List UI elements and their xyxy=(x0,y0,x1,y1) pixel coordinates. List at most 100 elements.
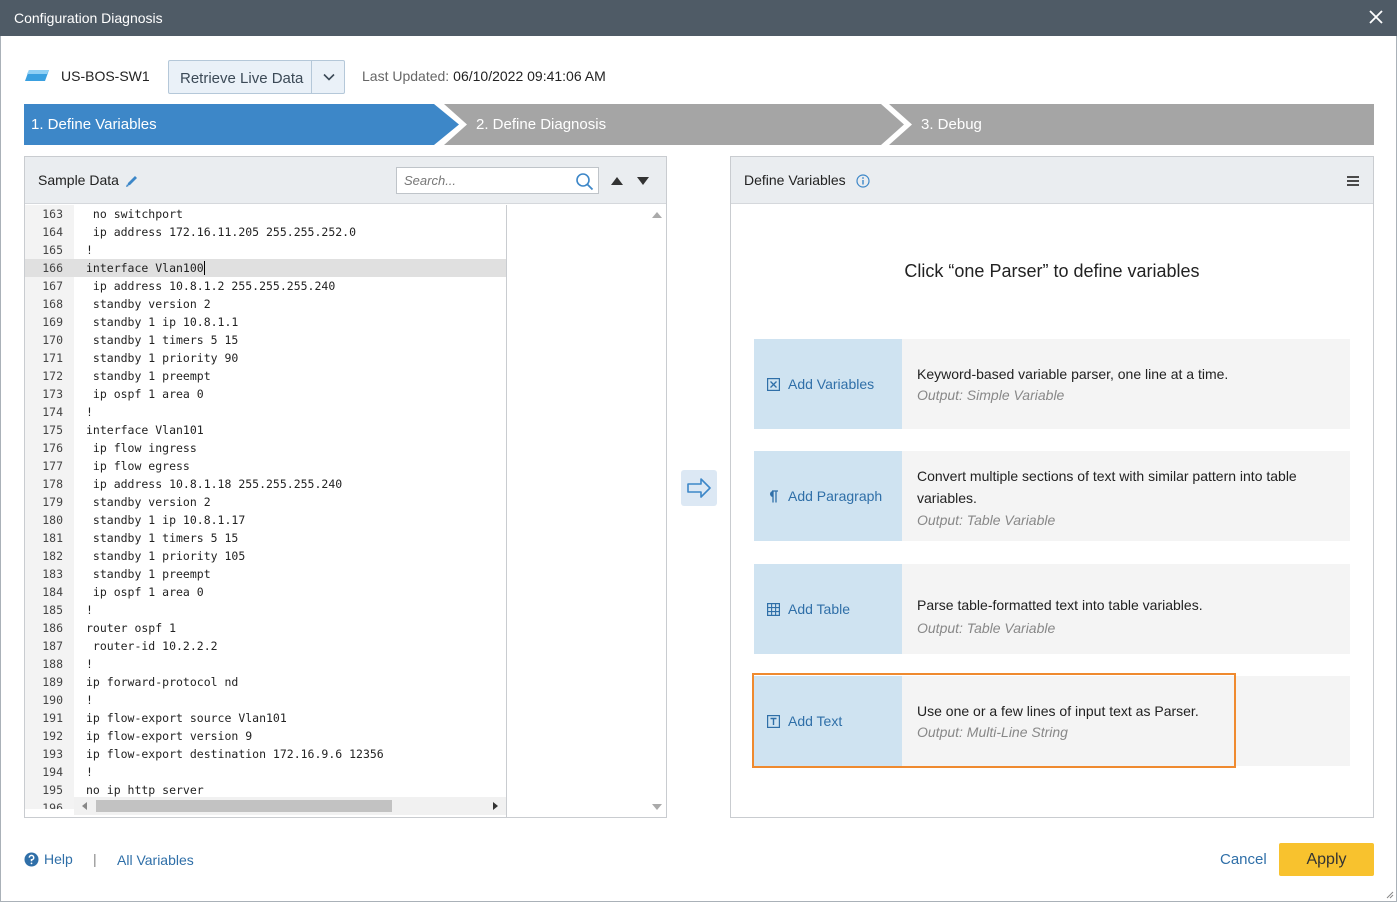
code-line[interactable]: 181 standby 1 timers 5 15 xyxy=(25,529,506,547)
resize-grip-icon[interactable] xyxy=(1384,889,1394,899)
code-line[interactable]: 180 standby 1 ip 10.8.1.17 xyxy=(25,511,506,529)
code-line[interactable]: 189 ip forward-protocol nd xyxy=(25,673,506,691)
code-line[interactable]: 175 interface Vlan101 xyxy=(25,421,506,439)
info-icon[interactable] xyxy=(856,174,870,188)
code-line[interactable]: 186 router ospf 1 xyxy=(25,619,506,637)
code-line[interactable]: 167 ip address 10.8.1.2 255.255.255.240 xyxy=(25,277,506,295)
step-define-variables[interactable]: 1. Define Variables xyxy=(24,104,459,145)
line-text: ! xyxy=(86,693,93,707)
line-number: 180 xyxy=(42,513,63,527)
line-number: 187 xyxy=(42,639,63,653)
code-line[interactable]: 182 standby 1 priority 105 xyxy=(25,547,506,565)
text-t-icon xyxy=(767,715,780,728)
all-variables-link[interactable]: All Variables xyxy=(117,852,194,868)
line-number: 178 xyxy=(42,477,63,491)
line-text: interface Vlan100 xyxy=(86,261,204,275)
step-define-diagnosis[interactable]: 2. Define Diagnosis xyxy=(444,104,904,145)
parser-card-table: Add Table Parse table-formatted text int… xyxy=(754,564,1350,654)
pencil-icon[interactable] xyxy=(125,174,139,188)
code-line[interactable]: 169 standby 1 ip 10.8.1.1 xyxy=(25,313,506,331)
add-table-label: Add Table xyxy=(788,601,851,617)
line-text: ! xyxy=(86,657,93,671)
scroll-down-icon[interactable] xyxy=(652,804,662,810)
code-line[interactable]: 191 ip flow-export source Vlan101 xyxy=(25,709,506,727)
add-text-button[interactable]: Add Text xyxy=(754,676,902,766)
code-line[interactable]: 176 ip flow ingress xyxy=(25,439,506,457)
variable-x-icon xyxy=(767,378,780,391)
line-number: 164 xyxy=(42,225,63,239)
line-text: interface Vlan101 xyxy=(86,423,204,437)
code-line[interactable]: 192 ip flow-export version 9 xyxy=(25,727,506,745)
code-line[interactable]: 177 ip flow egress xyxy=(25,457,506,475)
code-line[interactable]: 194! xyxy=(25,763,506,781)
line-text: ip address 10.8.1.2 255.255.255.240 xyxy=(86,279,336,293)
hamburger-menu-icon[interactable] xyxy=(1347,175,1359,187)
scroll-right-icon[interactable] xyxy=(493,802,498,810)
horizontal-scrollbar[interactable] xyxy=(74,797,506,815)
parser-card-paragraph: Add Paragraph Convert multiple sections … xyxy=(754,451,1350,541)
apply-button[interactable]: Apply xyxy=(1279,843,1374,876)
line-text: standby version 2 xyxy=(86,297,211,311)
sample-data-header: Sample Data Search... xyxy=(25,157,666,204)
line-number: 184 xyxy=(42,585,63,599)
line-number: 195 xyxy=(42,783,63,797)
code-line[interactable]: 190! xyxy=(25,691,506,709)
code-line[interactable]: 172 standby 1 preempt xyxy=(25,367,506,385)
code-line[interactable]: 179 standby version 2 xyxy=(25,493,506,511)
vertical-scrollbar[interactable] xyxy=(648,205,666,817)
code-editor[interactable]: 163 no switchport 164 ip address 172.16.1… xyxy=(25,205,506,809)
code-line[interactable]: 187 router-id 10.2.2.2 xyxy=(25,637,506,655)
code-line[interactable]: 166 interface Vlan100 xyxy=(25,259,506,277)
code-line[interactable]: 185! xyxy=(25,601,506,619)
cancel-button[interactable]: Cancel xyxy=(1220,851,1267,868)
line-text: ! xyxy=(86,603,93,617)
chevron-down-icon[interactable] xyxy=(322,70,336,84)
search-icon[interactable] xyxy=(575,172,594,191)
line-text: standby 1 timers 5 15 xyxy=(86,333,239,347)
parser-card-text: Add Text Use one or a few lines of input… xyxy=(754,676,1350,766)
line-number: 179 xyxy=(42,495,63,509)
line-number: 185 xyxy=(42,603,63,617)
code-line[interactable]: 184 ip ospf 1 area 0 xyxy=(25,583,506,601)
code-line[interactable]: 174! xyxy=(25,403,506,421)
line-text: no switchport xyxy=(86,207,183,221)
add-table-button[interactable]: Add Table xyxy=(754,564,902,654)
code-line[interactable]: 173 ip ospf 1 area 0 xyxy=(25,385,506,403)
code-line[interactable]: 164 ip address 172.16.11.205 255.255.252… xyxy=(25,223,506,241)
add-paragraph-button[interactable]: Add Paragraph xyxy=(754,451,902,541)
help-icon[interactable] xyxy=(24,852,39,867)
code-line[interactable]: 168 standby version 2 xyxy=(25,295,506,313)
close-icon[interactable] xyxy=(1367,8,1385,26)
code-line[interactable]: 183 standby 1 preempt xyxy=(25,565,506,583)
code-line[interactable]: 165! xyxy=(25,241,506,259)
scroll-up-icon[interactable] xyxy=(652,212,662,218)
parser-hint: Click “one Parser” to define variables xyxy=(904,261,1200,281)
line-number: 174 xyxy=(42,405,63,419)
search-input[interactable]: Search... xyxy=(396,167,599,194)
add-variables-button[interactable]: Add Variables xyxy=(754,339,902,429)
retrieve-label: Retrieve Live Data xyxy=(180,70,304,87)
code-line[interactable]: 163 no switchport xyxy=(25,205,506,223)
retrieve-live-data-button[interactable]: Retrieve Live Data xyxy=(168,60,345,94)
step-debug[interactable]: 3. Debug xyxy=(889,104,1374,145)
code-line[interactable]: 171 standby 1 priority 90 xyxy=(25,349,506,367)
next-match-arrow[interactable] xyxy=(637,177,649,185)
line-number: 186 xyxy=(42,621,63,635)
retrieve-separator xyxy=(311,61,312,93)
code-line[interactable]: 188! xyxy=(25,655,506,673)
line-text: ip ospf 1 area 0 xyxy=(86,387,204,401)
parser-description: Parse table-formatted text into table va… xyxy=(917,597,1203,613)
scroll-left-icon[interactable] xyxy=(82,802,87,810)
line-number: 177 xyxy=(42,459,63,473)
scroll-thumb[interactable] xyxy=(96,800,392,812)
table-grid-icon xyxy=(767,603,780,616)
code-line[interactable]: 193 ip flow-export destination 172.16.9.6… xyxy=(25,745,506,763)
code-line[interactable]: 170 standby 1 timers 5 15 xyxy=(25,331,506,349)
arrow-right-icon xyxy=(687,478,711,498)
previous-match-arrow[interactable] xyxy=(611,177,623,185)
code-line[interactable]: 178 ip address 10.8.1.18 255.255.255.240 xyxy=(25,475,506,493)
add-variables-label: Add Variables xyxy=(788,376,875,392)
line-number: 170 xyxy=(42,333,63,347)
help-link[interactable]: Help xyxy=(44,851,73,867)
transfer-arrow-button[interactable] xyxy=(681,470,717,506)
